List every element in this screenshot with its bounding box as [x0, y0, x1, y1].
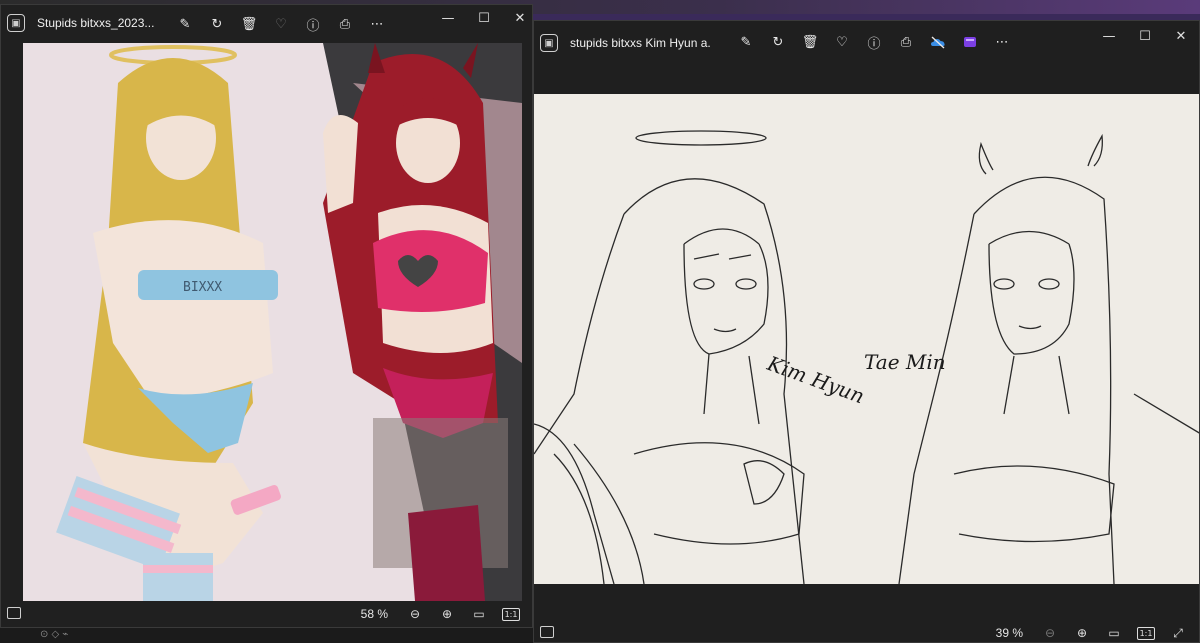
delete-icon[interactable]: 🗑	[233, 13, 265, 35]
top-label: BIXXX	[183, 280, 222, 295]
zoom-controls: 39 % ⊖ ⊕ ▭ 1:1 ⤢	[995, 622, 1191, 642]
fit-window-icon[interactable]: ▭	[1101, 622, 1127, 642]
filmstrip-icon[interactable]	[7, 607, 21, 619]
artwork-pencil-sketch: Kim Hyun Tae Min	[534, 94, 1199, 584]
clipchamp-icon[interactable]	[954, 31, 986, 53]
photos-window-left: ▣ Stupids bitxxs_2023... ✎ ↻ 🗑 ♡ ⓘ ⎙ ⋯ —…	[0, 4, 533, 628]
zoom-out-icon[interactable]: ⊖	[1037, 622, 1063, 642]
photos-app-icon: ▣	[540, 34, 558, 52]
toolbar: ✎ ↻ 🗑 ♡ ⓘ ⎙ ⋯	[169, 13, 393, 35]
window-title: Stupids bitxxs_2023...	[37, 16, 155, 30]
actual-size-icon[interactable]: 1:1	[1133, 622, 1159, 642]
photos-window-right: ▣ stupids bitxxs Kim Hyun a... ✎ ↻ 🗑 ♡ ⓘ…	[533, 20, 1200, 643]
image-canvas[interactable]: BIXXX	[23, 43, 522, 601]
taskbar-icons: ⊙ ◇ ⌁	[40, 629, 69, 640]
print-icon[interactable]: ⎙	[329, 13, 361, 35]
minimize-button[interactable]: —	[1091, 21, 1127, 51]
window-title: stupids bitxxs Kim Hyun a...	[570, 36, 710, 50]
zoom-in-icon[interactable]: ⊕	[434, 603, 460, 625]
zoom-level: 58 %	[360, 607, 388, 621]
zoom-controls: 58 % ⊖ ⊕ ▭ 1:1	[361, 603, 524, 625]
caption-buttons: — ☐ ✕	[430, 5, 532, 33]
image-canvas[interactable]: Kim Hyun Tae Min	[534, 94, 1199, 584]
status-bar: 39 % ⊖ ⊕ ▭ 1:1 ⤢	[534, 618, 1199, 642]
actual-size-icon[interactable]: 1:1	[498, 603, 524, 625]
edit-image-icon[interactable]: ✎	[169, 13, 201, 35]
rotate-icon[interactable]: ↻	[762, 31, 794, 53]
photos-app-icon: ▣	[7, 14, 25, 32]
maximize-button[interactable]: ☐	[466, 5, 502, 33]
zoom-out-icon[interactable]: ⊖	[402, 603, 428, 625]
favorite-icon[interactable]: ♡	[826, 31, 858, 53]
close-button[interactable]: ✕	[1163, 21, 1199, 51]
minimize-button[interactable]: —	[430, 5, 466, 33]
print-icon[interactable]: ⎙	[890, 31, 922, 53]
info-icon[interactable]: ⓘ	[297, 13, 329, 35]
close-button[interactable]: ✕	[502, 5, 532, 33]
more-icon[interactable]: ⋯	[986, 31, 1018, 53]
onedrive-icon[interactable]	[922, 31, 954, 53]
caption-buttons: — ☐ ✕	[1091, 21, 1199, 51]
more-icon[interactable]: ⋯	[361, 13, 393, 35]
zoom-in-icon[interactable]: ⊕	[1069, 622, 1095, 642]
maximize-button[interactable]: ☐	[1127, 21, 1163, 51]
edit-image-icon[interactable]: ✎	[730, 31, 762, 53]
fullscreen-icon[interactable]: ⤢	[1165, 622, 1191, 642]
rotate-icon[interactable]: ↻	[201, 13, 233, 35]
info-icon[interactable]: ⓘ	[858, 31, 890, 53]
artwork-angel-devil-color: BIXXX	[23, 43, 522, 601]
sketch-label-right: Tae Min	[864, 350, 946, 374]
status-bar: 58 % ⊖ ⊕ ▭ 1:1	[1, 599, 532, 627]
toolbar: ✎ ↻ 🗑 ♡ ⓘ ⎙ ⋯	[730, 31, 1018, 53]
favorite-icon[interactable]: ♡	[265, 13, 297, 35]
zoom-level: 39 %	[995, 626, 1023, 640]
filmstrip-icon[interactable]	[540, 626, 554, 638]
fit-window-icon[interactable]: ▭	[466, 603, 492, 625]
delete-icon[interactable]: 🗑	[794, 31, 826, 53]
